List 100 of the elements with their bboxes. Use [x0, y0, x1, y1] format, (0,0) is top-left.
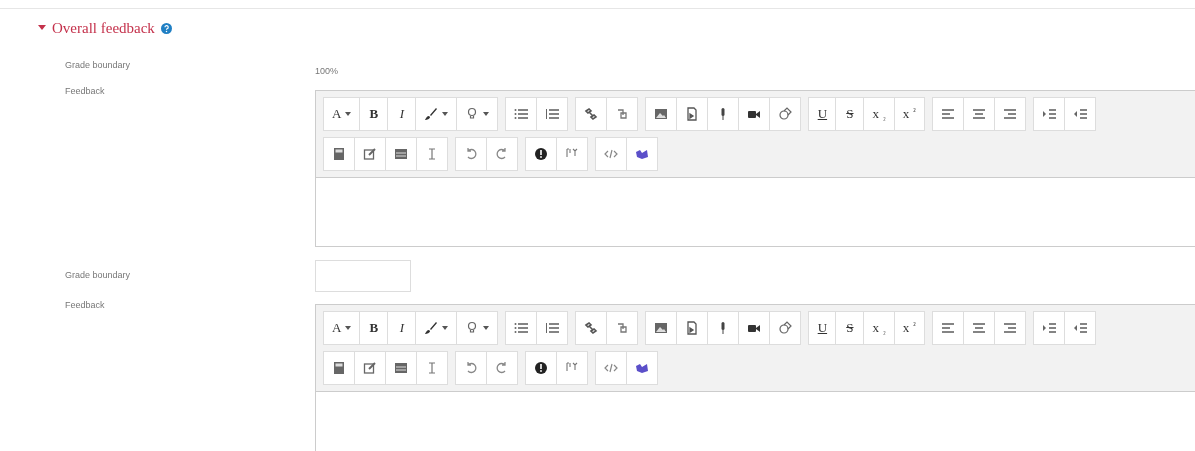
- align-center-icon: [971, 321, 986, 335]
- strike-button[interactable]: S: [836, 311, 865, 345]
- align-right-icon: [1002, 107, 1017, 121]
- media-file-icon: [685, 107, 700, 121]
- align-center-button[interactable]: [963, 311, 995, 345]
- brush-button[interactable]: [416, 97, 458, 131]
- image-icon: [654, 107, 669, 121]
- brush-icon: [424, 107, 439, 121]
- table-button[interactable]: [386, 351, 417, 385]
- exclamation-icon: [534, 147, 548, 161]
- align-center-button[interactable]: [963, 97, 995, 131]
- bullet-list-icon: [514, 321, 529, 335]
- image-button[interactable]: [645, 97, 678, 131]
- outdent-button[interactable]: [1064, 311, 1096, 345]
- outdent-button[interactable]: [1064, 97, 1096, 131]
- bullet-list-icon: [514, 107, 529, 121]
- calc-button[interactable]: [323, 137, 355, 171]
- sup-button[interactable]: x ²: [894, 311, 925, 345]
- help-icon[interactable]: [160, 22, 172, 34]
- italic-button[interactable]: I: [388, 97, 417, 131]
- bold-button[interactable]: B: [360, 97, 389, 131]
- unlink-icon: [615, 107, 630, 121]
- caret-icon: [345, 326, 352, 330]
- input-field[interactable]: [315, 260, 411, 292]
- align-left-icon: [940, 107, 955, 121]
- wiris-button[interactable]: [627, 351, 658, 385]
- link-button[interactable]: [575, 311, 608, 345]
- wiris-button[interactable]: [627, 137, 658, 171]
- edit-button[interactable]: [355, 137, 386, 171]
- access-button[interactable]: [525, 351, 557, 385]
- ol-button[interactable]: [537, 97, 569, 131]
- redo-icon: [495, 361, 509, 375]
- calculator-icon: [332, 361, 346, 375]
- table-icon: [394, 147, 408, 161]
- table-icon: [394, 361, 408, 375]
- unlink-button[interactable]: [607, 311, 639, 345]
- media-file-icon: [685, 321, 700, 335]
- code-icon: [604, 361, 618, 375]
- caret-icon: [483, 326, 490, 330]
- indent-icon: [1041, 107, 1056, 121]
- align-left-button[interactable]: [931, 311, 964, 345]
- undo-button[interactable]: [455, 137, 487, 171]
- brush-icon: [424, 321, 439, 335]
- undo-icon: [464, 147, 478, 161]
- link-button[interactable]: [575, 97, 608, 131]
- ul-button[interactable]: [505, 311, 538, 345]
- field-value: 100%: [315, 66, 339, 76]
- image-button[interactable]: [645, 311, 678, 345]
- undo-button[interactable]: [455, 351, 487, 385]
- caret-icon: [442, 326, 449, 330]
- caret-icon: [483, 112, 490, 116]
- link-icon: [584, 107, 599, 121]
- underline-button[interactable]: U: [808, 311, 837, 345]
- align-left-button[interactable]: [931, 97, 964, 131]
- calc-button[interactable]: [323, 351, 355, 385]
- align-center-icon: [971, 107, 986, 121]
- exclamation-icon: [534, 361, 548, 375]
- sub-button[interactable]: x ₂: [864, 97, 895, 131]
- indent-button[interactable]: [1032, 311, 1065, 345]
- edit-icon: [363, 147, 377, 161]
- numbered-list-icon: [545, 107, 560, 121]
- align-right-button[interactable]: [994, 311, 1026, 345]
- link-icon: [584, 321, 599, 335]
- video-button[interactable]: [739, 311, 771, 345]
- bulb-button[interactable]: [457, 97, 499, 131]
- field-label: Grade boundary: [65, 270, 131, 280]
- table-button[interactable]: [386, 137, 417, 171]
- align-right-button[interactable]: [994, 97, 1026, 131]
- image-icon: [654, 321, 669, 335]
- outdent-icon: [1072, 107, 1087, 121]
- brush-button[interactable]: [416, 311, 458, 345]
- media-button[interactable]: [677, 97, 709, 131]
- redo-button[interactable]: [487, 137, 518, 171]
- strike-button[interactable]: S: [836, 97, 865, 131]
- sub-button[interactable]: x ₂: [864, 311, 895, 345]
- sup-button[interactable]: x ²: [894, 97, 925, 131]
- italic-button[interactable]: I: [388, 311, 417, 345]
- video-button[interactable]: [739, 97, 771, 131]
- redo-button[interactable]: [487, 351, 518, 385]
- collapse-icon[interactable]: [38, 25, 46, 31]
- undo-icon: [464, 361, 478, 375]
- indent-button[interactable]: [1032, 97, 1065, 131]
- ul-button[interactable]: [505, 97, 538, 131]
- align-left-icon: [940, 321, 955, 335]
- unlink-button[interactable]: [607, 97, 639, 131]
- edit-icon: [363, 361, 377, 375]
- media-button[interactable]: [677, 311, 709, 345]
- bold-button[interactable]: B: [360, 311, 389, 345]
- font-button[interactable]: A: [323, 311, 361, 345]
- section-title[interactable]: Overall feedback: [52, 19, 155, 37]
- outdent-icon: [1072, 321, 1087, 335]
- align-right-icon: [1002, 321, 1017, 335]
- code-icon: [604, 147, 618, 161]
- bulb-button[interactable]: [457, 311, 499, 345]
- underline-button[interactable]: U: [808, 97, 837, 131]
- numbered-list-icon: [545, 321, 560, 335]
- ol-button[interactable]: [537, 311, 569, 345]
- edit-button[interactable]: [355, 351, 386, 385]
- font-button[interactable]: A: [323, 97, 361, 131]
- access-button[interactable]: [525, 137, 557, 171]
